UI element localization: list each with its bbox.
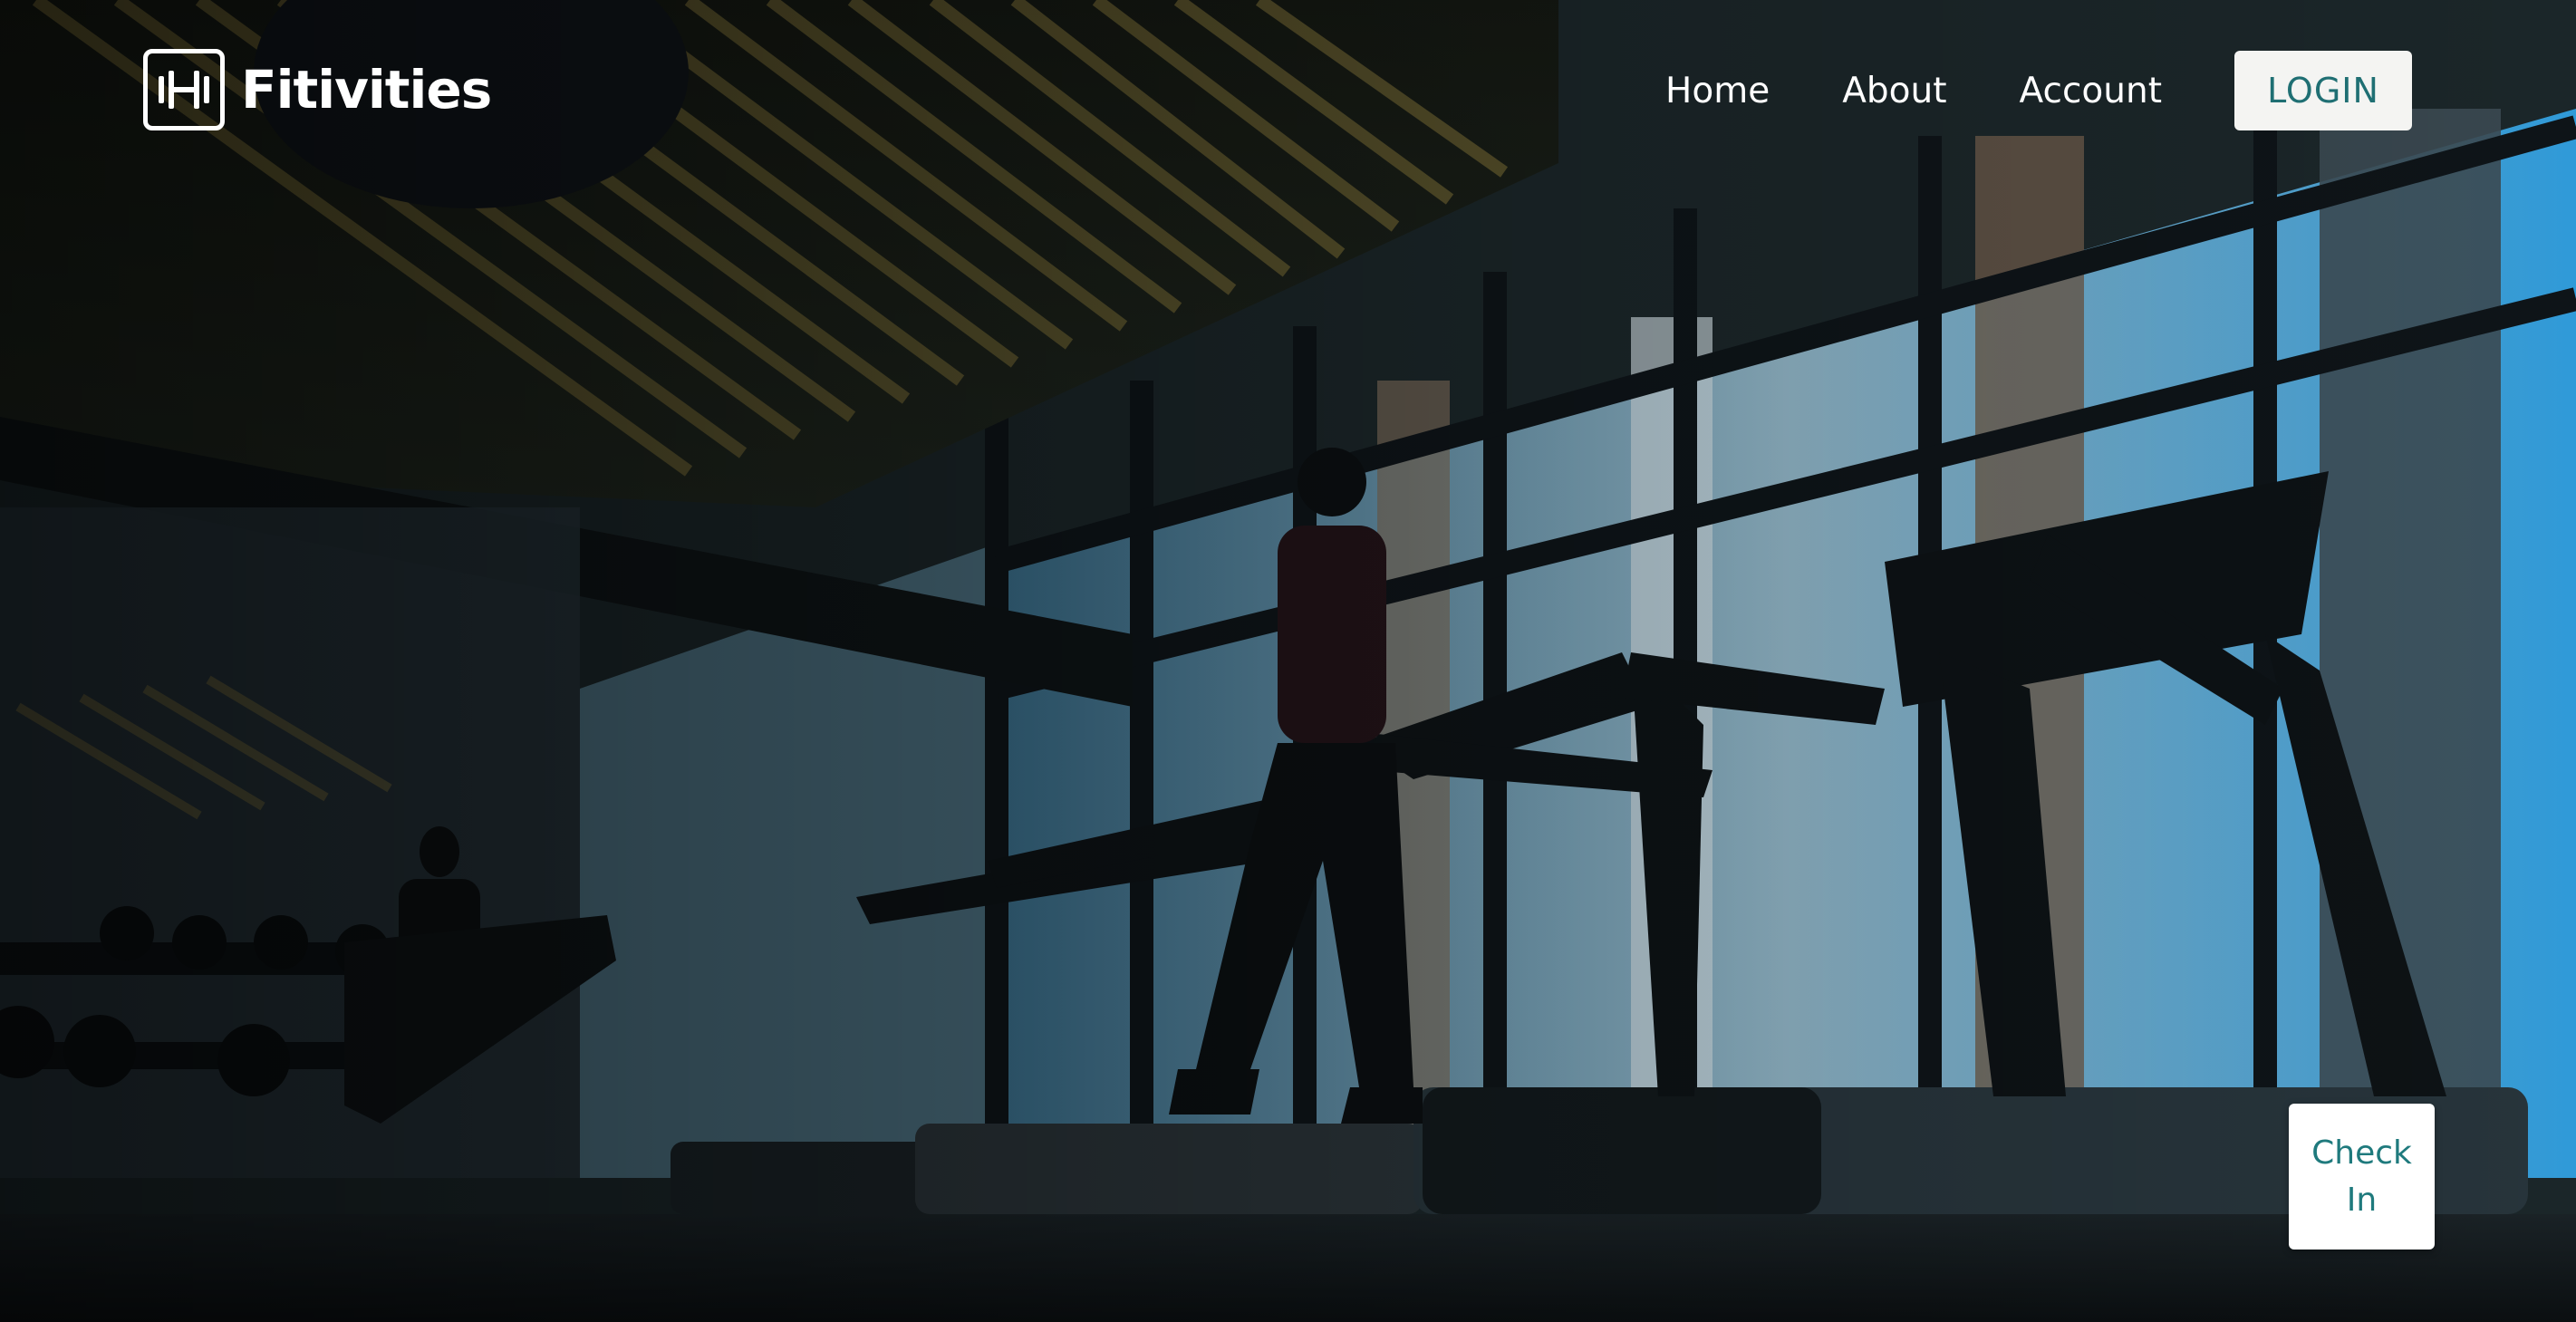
check-in-label-line1: Check xyxy=(2311,1134,2412,1172)
hero-background xyxy=(0,0,2576,1322)
brand-name: Fitivities xyxy=(241,59,492,121)
gym-photo xyxy=(0,0,2576,1322)
main-nav: Home About Account LOGIN xyxy=(1665,51,2576,130)
nav-about-link[interactable]: About xyxy=(1842,71,1946,111)
nav-home-link[interactable]: Home xyxy=(1665,71,1770,111)
check-in-label-line2: In xyxy=(2346,1181,2378,1219)
check-in-button[interactable]: Check In xyxy=(2289,1104,2435,1250)
login-button[interactable]: LOGIN xyxy=(2234,51,2412,130)
top-navbar: Fitivities Home About Account LOGIN xyxy=(0,0,2576,181)
nav-account-link[interactable]: Account xyxy=(2020,71,2162,111)
brand-logo-link[interactable]: Fitivities xyxy=(143,45,492,134)
dumbbell-icon xyxy=(143,49,225,130)
